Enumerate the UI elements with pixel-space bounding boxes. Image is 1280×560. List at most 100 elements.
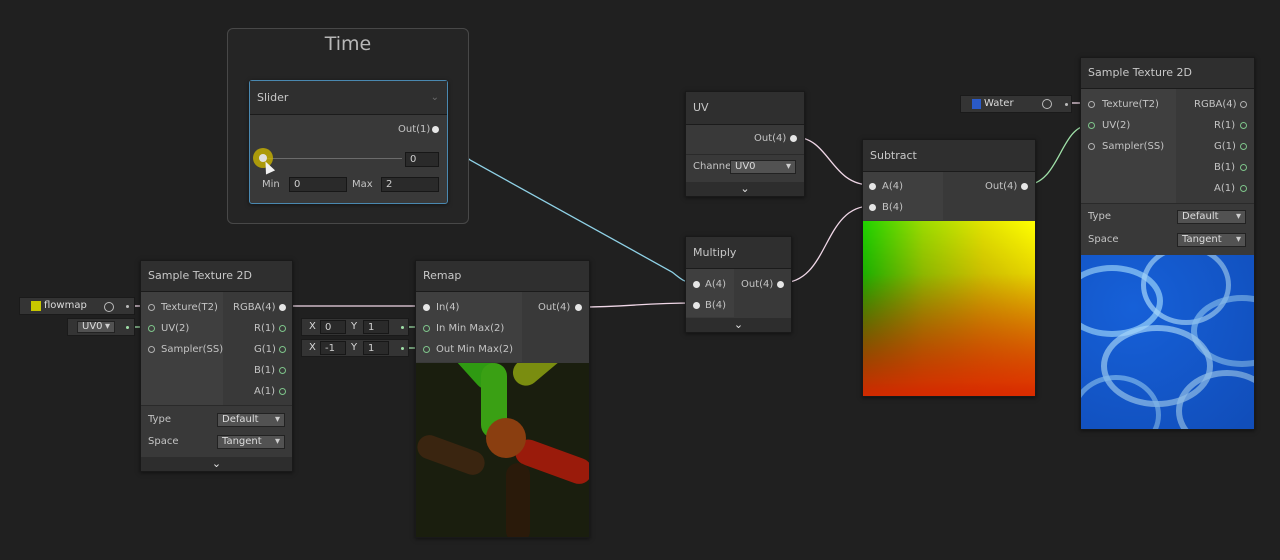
slider-value-field[interactable]: 0 <box>405 152 439 167</box>
chevron-down-icon[interactable]: ⌄ <box>686 318 791 331</box>
sample-right-g-port[interactable] <box>1240 143 1247 150</box>
in-x-label: X <box>309 321 316 332</box>
slider-track[interactable] <box>262 158 402 159</box>
sample-right-header[interactable]: Sample Texture 2D <box>1081 58 1254 89</box>
subtract-output-label: Out(4) <box>985 181 1018 192</box>
sample-left-uv-port[interactable] <box>148 325 155 332</box>
multiply-node-header[interactable]: Multiply <box>686 237 791 269</box>
multiply-input-a-port[interactable] <box>693 281 700 288</box>
remap-out-min-max-port[interactable] <box>423 346 430 353</box>
subtract-input-a-port[interactable] <box>869 183 876 190</box>
remap-output-port[interactable] <box>575 304 582 311</box>
slider-min-field[interactable]: 0 <box>289 177 347 192</box>
sample-left-r-port[interactable] <box>279 325 286 332</box>
sample-left-b-port[interactable] <box>279 367 286 374</box>
sample-left-space-dropdown[interactable]: Tangent <box>217 435 285 449</box>
remap-node[interactable]: Remap In(4) In Min Max(2) Out Min Max(2)… <box>415 260 590 538</box>
group-title[interactable]: Time <box>228 33 468 55</box>
remap-output-label: Out(4) <box>538 302 571 313</box>
remap-in-min-max-port[interactable] <box>423 325 430 332</box>
out-y-label: Y <box>351 342 358 353</box>
sample-left-a-label: A(1) <box>254 386 276 397</box>
subtract-node-header[interactable]: Subtract <box>863 140 1035 172</box>
flowmap-texture-label: flowmap <box>44 300 87 311</box>
in-y-field[interactable]: 1 <box>363 320 389 334</box>
texture-icon <box>972 99 981 109</box>
sample-right-space-dropdown[interactable]: Tangent <box>1177 233 1246 247</box>
sample-left-a-port[interactable] <box>279 388 286 395</box>
in-x-field[interactable]: 0 <box>320 320 346 334</box>
collapse-chevron-icon[interactable]: ⌄ <box>431 81 439 114</box>
sample-left-header[interactable]: Sample Texture 2D <box>141 261 292 292</box>
subtract-input-b-port[interactable] <box>869 204 876 211</box>
uv-channel-dropdown[interactable]: UV0 <box>730 160 796 174</box>
subtract-output-port[interactable] <box>1021 183 1028 190</box>
sample-left-b-label: B(1) <box>254 365 276 376</box>
sample-left-type-label: Type <box>148 414 171 425</box>
slider-max-field[interactable]: 2 <box>381 177 439 192</box>
out-x-field[interactable]: -1 <box>320 341 346 355</box>
remap-in-port[interactable] <box>423 304 430 311</box>
out-min-max-chip[interactable]: X -1 Y 1 <box>301 339 409 357</box>
sample-left-texture-port[interactable] <box>148 304 155 311</box>
sample-right-type-dropdown[interactable]: Default <box>1177 210 1246 224</box>
chevron-down-icon[interactable]: ⌄ <box>686 182 804 195</box>
wire-uv-to-subtract-a[interactable] <box>793 136 872 186</box>
sample-right-r-port[interactable] <box>1240 122 1247 129</box>
sample-right-texture-port[interactable] <box>1088 101 1095 108</box>
uv0-dropdown[interactable]: UV0 <box>77 321 115 333</box>
chevron-down-icon[interactable]: ⌄ <box>141 457 292 470</box>
subtract-input-b-label: B(4) <box>882 202 904 213</box>
multiply-output-port[interactable] <box>777 281 784 288</box>
slider-min-label: Min <box>262 179 280 190</box>
slider-node[interactable]: Slider ⌄ Out(1) 0 Min 0 Max 2 <box>249 80 448 204</box>
multiply-node[interactable]: Multiply A(4) B(4) Out(4) ⌄ <box>685 236 792 333</box>
uv0-chip[interactable]: UV0 <box>67 318 135 336</box>
wire-remap-to-multiply-b[interactable] <box>577 302 696 308</box>
uv-node[interactable]: UV Out(4) Channe UV0 ⌄ <box>685 91 805 197</box>
sample-right-rgba-port[interactable] <box>1240 101 1247 108</box>
sample-texture-right-node[interactable]: Sample Texture 2D Texture(T2) UV(2) Samp… <box>1080 57 1255 430</box>
remap-blade-dark-1 <box>416 431 488 479</box>
sample-left-g-label: G(1) <box>254 344 276 355</box>
flowmap-texture-chip[interactable]: flowmap <box>19 297 135 315</box>
remap-in-label: In(4) <box>436 302 460 313</box>
sample-left-texture-label: Texture(T2) <box>161 302 218 313</box>
in-min-max-chip[interactable]: X 0 Y 1 <box>301 318 409 336</box>
slider-node-header[interactable]: Slider ⌄ <box>250 81 447 115</box>
sample-right-sampler-port[interactable] <box>1088 143 1095 150</box>
water-texture-chip[interactable]: Water <box>960 95 1072 113</box>
target-icon[interactable] <box>104 302 114 312</box>
subtract-node[interactable]: Subtract A(4) B(4) Out(4) <box>862 139 1036 397</box>
slider-output-port[interactable] <box>432 126 439 133</box>
sample-left-sampler-port[interactable] <box>148 346 155 353</box>
target-icon[interactable] <box>1042 99 1052 109</box>
remap-out-min-max-label: Out Min Max(2) <box>436 344 514 355</box>
uv-node-title: UV <box>693 101 709 114</box>
remap-in-min-max-label: In Min Max(2) <box>436 323 505 334</box>
uv-divider <box>686 154 804 155</box>
out-y-field[interactable]: 1 <box>363 341 389 355</box>
sample-texture-left-node[interactable]: Sample Texture 2D Texture(T2) UV(2) Samp… <box>140 260 293 472</box>
sample-right-uv-port[interactable] <box>1088 122 1095 129</box>
out-x-label: X <box>309 342 316 353</box>
slider-max-label: Max <box>352 179 373 190</box>
sample-left-type-dropdown[interactable]: Default <box>217 413 285 427</box>
sample-left-g-port[interactable] <box>279 346 286 353</box>
wire-multiply-to-subtract-b[interactable] <box>780 205 872 284</box>
uv-node-header[interactable]: UV <box>686 92 804 125</box>
subtract-input-a-label: A(4) <box>882 181 904 192</box>
subtract-preview <box>863 221 1035 396</box>
sample-right-texture-label: Texture(T2) <box>1102 99 1159 110</box>
sample-left-rgba-port[interactable] <box>279 304 286 311</box>
multiply-input-b-port[interactable] <box>693 302 700 309</box>
sample-left-r-label: R(1) <box>254 323 276 334</box>
sample-right-r-label: R(1) <box>1214 120 1236 131</box>
remap-preview <box>416 363 589 537</box>
sample-right-b-port[interactable] <box>1240 164 1247 171</box>
sample-left-space-label: Space <box>148 436 179 447</box>
sample-right-a-port[interactable] <box>1240 185 1247 192</box>
uv-output-port[interactable] <box>790 135 797 142</box>
multiply-output-label: Out(4) <box>741 279 774 290</box>
remap-node-header[interactable]: Remap <box>416 261 589 292</box>
